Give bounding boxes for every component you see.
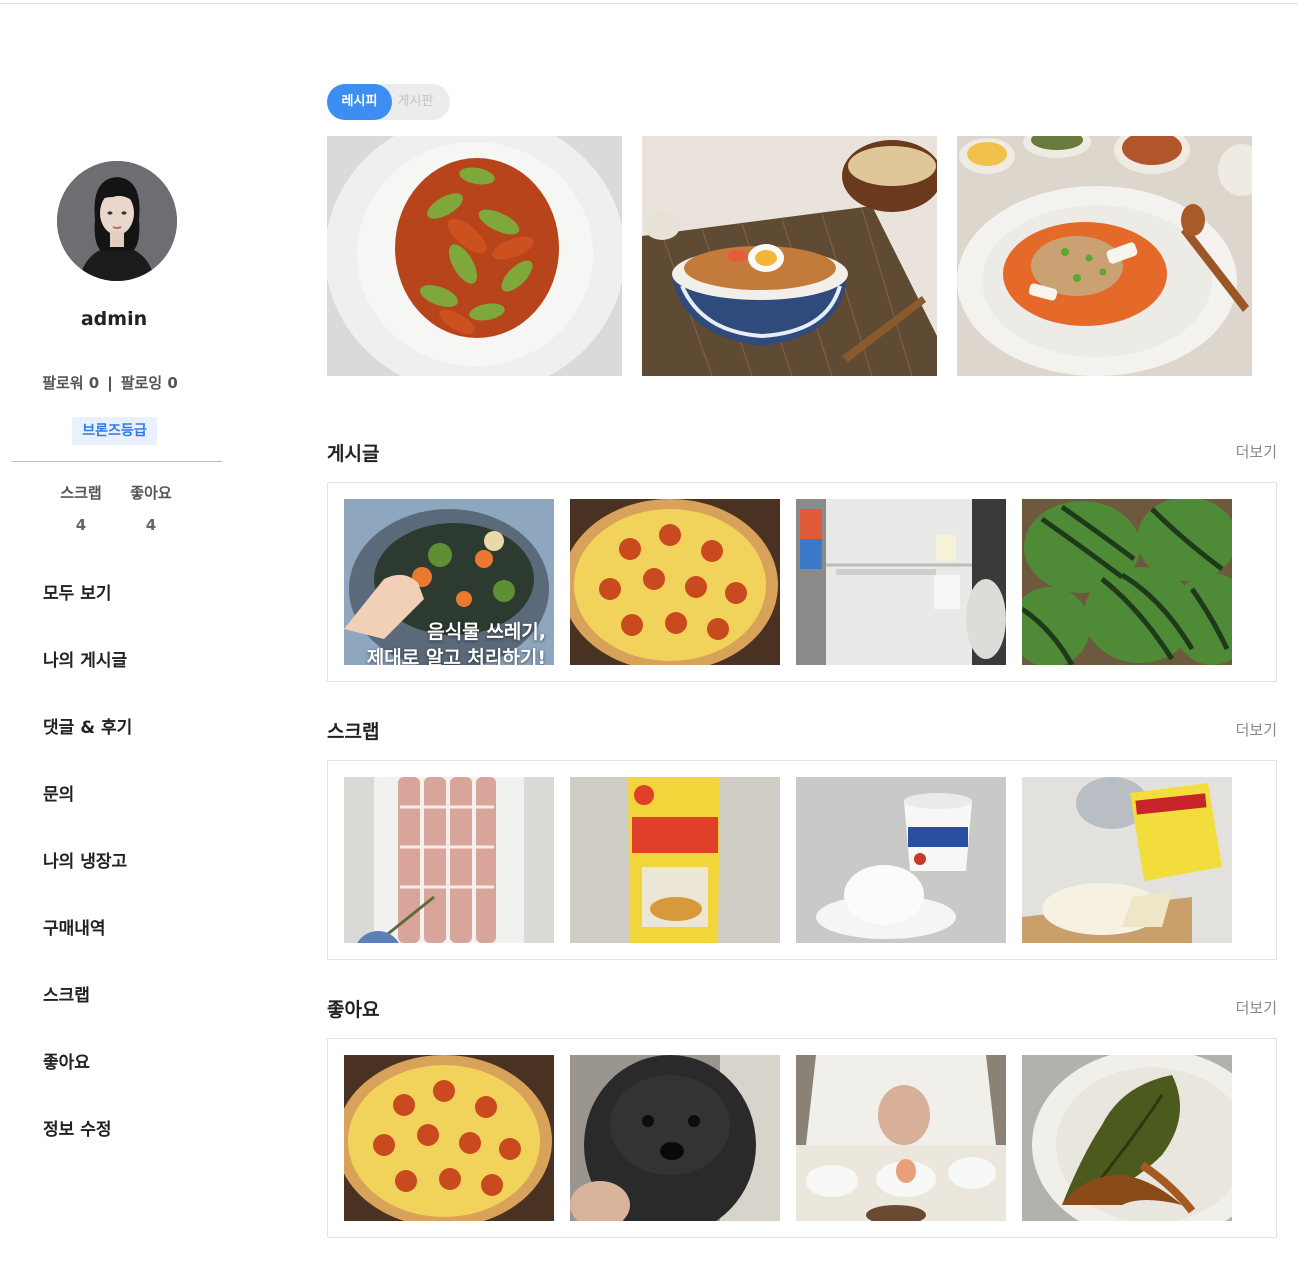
follow-separator: | [107, 374, 113, 392]
recipe-board-toggle: 게시판 레시피 [327, 84, 450, 120]
tab-board[interactable]: 게시판 [393, 84, 438, 120]
like-thumb-pickled-leaves[interactable] [1022, 1055, 1232, 1221]
likes-more-link[interactable]: 더보기 [1200, 997, 1277, 1018]
posts-card-box: 음식물 쓰레기, 제대로 알고 처리하기! [327, 482, 1277, 682]
menu-item-likes[interactable]: 좋아요 [43, 1052, 132, 1119]
scrap-thumb-burrata[interactable] [796, 777, 1006, 943]
menu-item-all[interactable]: 모두 보기 [43, 583, 132, 650]
post-thumb-refrigerator[interactable] [796, 499, 1006, 665]
scrap-stat-label: 스크랩 [60, 484, 102, 502]
posts-section-title: 게시글 [327, 443, 380, 465]
menu-item-my-fridge[interactable]: 나의 냉장고 [43, 851, 132, 918]
likes-card-box [327, 1038, 1277, 1238]
grade-badge: 브론즈등급 [72, 417, 157, 445]
menu-item-edit-info[interactable]: 정보 수정 [43, 1119, 132, 1186]
scrap-section-title: 스크랩 [327, 721, 380, 743]
like-stat-label: 좋아요 [130, 484, 172, 502]
scrap-thumb-brie[interactable] [1022, 777, 1232, 943]
scrap-more-link[interactable]: 더보기 [1200, 719, 1277, 740]
sidebar-menu: 모두 보기 나의 게시글 댓글 & 후기 문의 나의 냉장고 구매내역 스크랩 … [43, 583, 132, 1186]
likes-section-title: 좋아요 [327, 999, 380, 1021]
like-stat-count: 4 [145, 516, 157, 534]
post-thumb-pizza[interactable] [570, 499, 780, 665]
sidebar-divider [12, 461, 222, 462]
scrap-stat-count: 4 [75, 516, 87, 534]
menu-item-scrap[interactable]: 스크랩 [43, 985, 132, 1052]
follow-stats: 팔로워 0 | 팔로잉 0 [0, 372, 220, 393]
scrap-thumb-glass-noodles[interactable] [570, 777, 780, 943]
like-thumb-poodle[interactable] [570, 1055, 780, 1221]
scrap-stat[interactable]: 스크랩 4 [51, 482, 111, 534]
avatar[interactable] [57, 161, 177, 281]
followers-count[interactable]: 팔로워 0 [42, 374, 99, 392]
recipe-image-pork-rice-bowl[interactable] [642, 136, 937, 376]
scrap-card-box [327, 760, 1277, 960]
menu-item-my-posts[interactable]: 나의 게시글 [43, 650, 132, 717]
post-thumb-food-waste[interactable]: 음식물 쓰레기, 제대로 알고 처리하기! [344, 499, 554, 665]
overlay-line-1: 음식물 쓰레기, [427, 621, 546, 643]
post-thumb-watermelon[interactable] [1022, 499, 1232, 665]
menu-item-purchase-history[interactable]: 구매내역 [43, 918, 132, 985]
menu-item-inquiry[interactable]: 문의 [43, 784, 132, 851]
like-stat[interactable]: 좋아요 4 [121, 482, 181, 534]
tab-recipe[interactable]: 레시피 [327, 84, 392, 120]
username: admin [80, 308, 148, 330]
post-thumb-overlay: 음식물 쓰레기, 제대로 알고 처리하기! [346, 619, 546, 665]
overlay-line-2: 제대로 알고 처리하기! [366, 647, 546, 665]
scrap-thumb-pork-belly[interactable] [344, 777, 554, 943]
following-count[interactable]: 팔로잉 0 [121, 374, 178, 392]
profile-sidebar: admin 팔로워 0 | 팔로잉 0 브론즈등급 스크랩 4 좋아요 4 모두 보… [0, 0, 230, 1278]
like-thumb-breakfast[interactable] [796, 1055, 1006, 1221]
recipe-image-kimchi-stew[interactable] [957, 136, 1252, 376]
recipe-image-cucumber-salad[interactable] [327, 136, 622, 376]
posts-more-link[interactable]: 더보기 [1200, 441, 1277, 462]
menu-item-comments-reviews[interactable]: 댓글 & 후기 [43, 717, 132, 784]
like-thumb-pizza[interactable] [344, 1055, 554, 1221]
